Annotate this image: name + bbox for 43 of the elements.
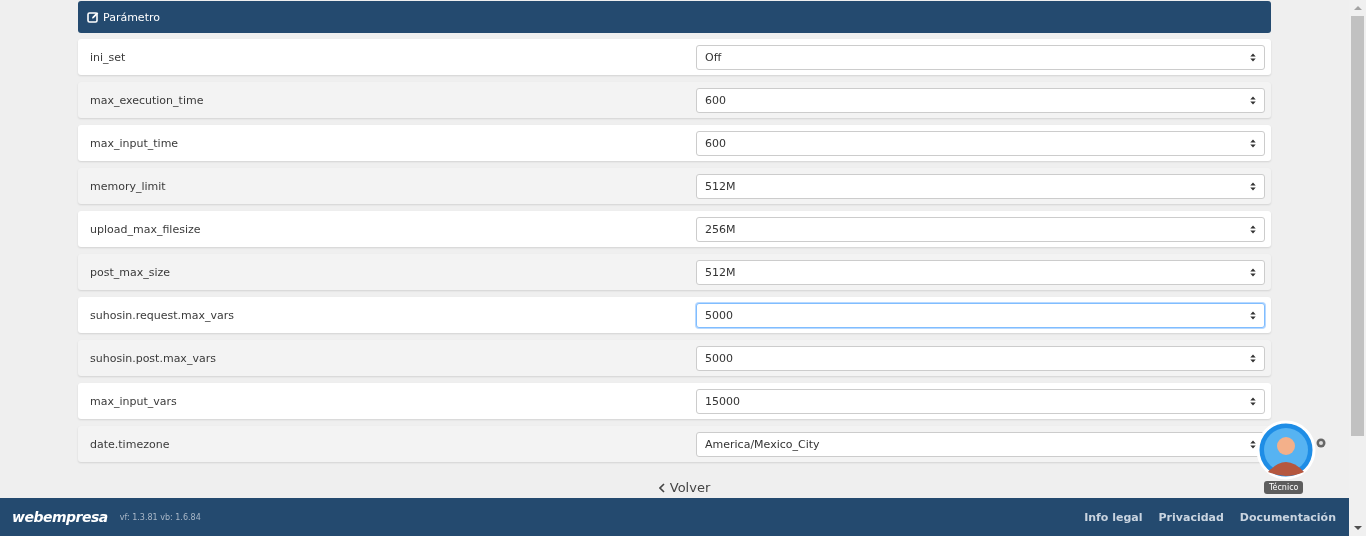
setting-label: post_max_size <box>90 265 172 279</box>
select-field[interactable]: 600 <box>696 87 1265 113</box>
select-field[interactable]: 5000 <box>696 302 1265 328</box>
logo[interactable]: webempresa <box>12 509 108 525</box>
scroll-down-icon[interactable] <box>1353 526 1362 530</box>
chevron-left-icon <box>658 482 665 493</box>
setting-label: suhosin.request.max_vars <box>90 308 235 322</box>
panel-title: Parámetro <box>103 10 160 24</box>
setting-label: max_execution_time <box>90 93 205 107</box>
footer-link[interactable]: Info legal <box>1084 510 1143 524</box>
footer-link[interactable]: Privacidad <box>1158 510 1224 524</box>
close-icon[interactable] <box>1316 438 1326 448</box>
scrollbar-thumb[interactable] <box>1351 16 1364 436</box>
setting-label: max_input_time <box>90 136 180 150</box>
select-field[interactable]: Off <box>696 44 1265 70</box>
select-field[interactable]: America/Mexico_City <box>696 431 1265 457</box>
sort-icon <box>1250 52 1256 62</box>
sort-icon <box>1250 267 1256 277</box>
sort-icon <box>1250 95 1256 105</box>
footer-link[interactable]: Documentación <box>1239 510 1336 524</box>
select-field[interactable]: 15000 <box>696 388 1265 414</box>
edit-icon <box>87 11 99 23</box>
avatar[interactable] <box>1256 420 1316 480</box>
setting-label: upload_max_filesize <box>90 222 202 236</box>
sort-icon <box>1250 138 1256 148</box>
select-field[interactable]: 256M <box>696 216 1265 242</box>
select-field[interactable]: 5000 <box>696 345 1265 371</box>
sort-icon <box>1250 396 1256 406</box>
setting-label: max_input_vars <box>90 394 178 408</box>
back-link[interactable]: Volver <box>669 480 711 495</box>
setting-label: ini_set <box>90 50 127 64</box>
version-text: vf: 1.3.81 vb: 1.6.84 <box>119 512 201 522</box>
setting-label: date.timezone <box>90 437 171 451</box>
sort-icon <box>1250 353 1256 363</box>
select-field[interactable]: 512M <box>696 173 1265 199</box>
setting-label: suhosin.post.max_vars <box>90 351 217 365</box>
support-label: Técnico <box>1264 481 1304 494</box>
setting-label: memory_limit <box>90 179 167 193</box>
sort-icon <box>1250 224 1256 234</box>
select-field[interactable]: 512M <box>696 259 1265 285</box>
select-field[interactable]: 600 <box>696 130 1265 156</box>
sort-icon <box>1250 181 1256 191</box>
sort-icon <box>1250 310 1256 320</box>
